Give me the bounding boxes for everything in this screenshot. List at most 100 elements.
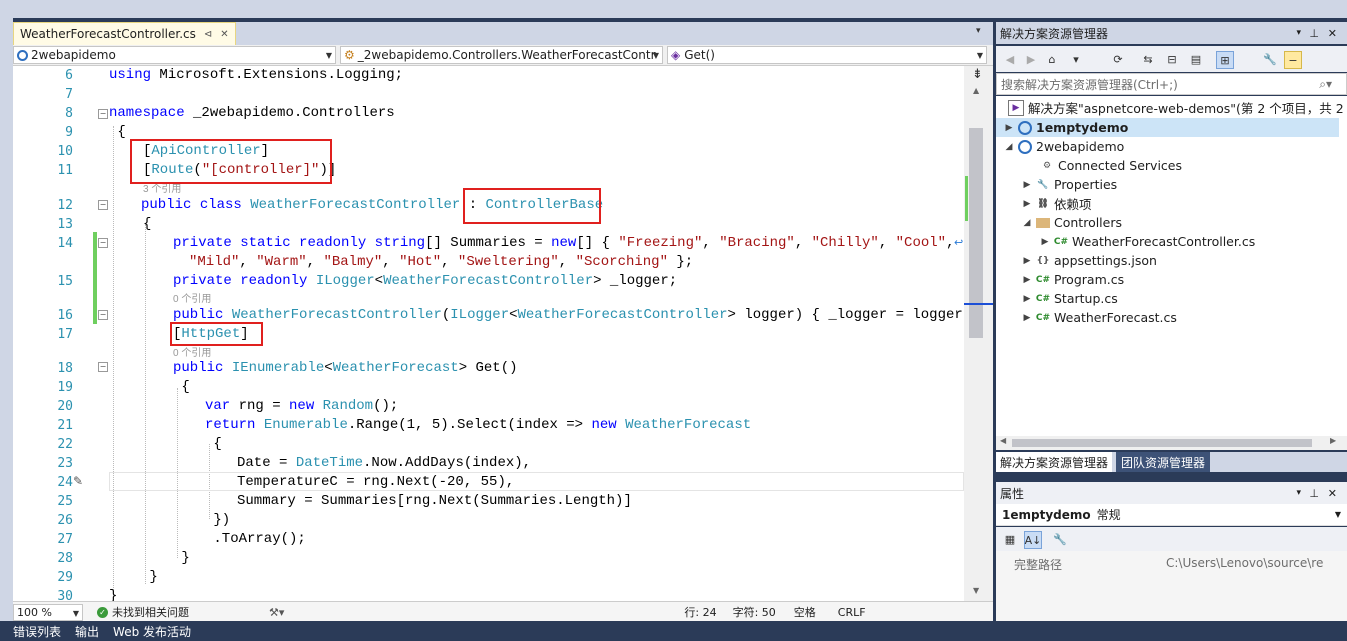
folder-icon <box>1036 217 1050 228</box>
zoom-combo[interactable]: 100 % ▼ <box>13 604 83 621</box>
preview-icon[interactable]: ⊞ <box>1216 51 1234 69</box>
chevron-down-icon: ▼ <box>72 609 79 618</box>
expand-icon[interactable]: ▶ <box>1004 123 1014 133</box>
scroll-down-icon[interactable]: ▼ <box>973 586 979 595</box>
tree-item-dependencies[interactable]: ▶ ⛓ 依赖项 <box>1022 194 1092 213</box>
line-indicator[interactable]: 行: 24 <box>684 604 716 620</box>
line-number: 13 <box>57 217 73 232</box>
expand-icon[interactable]: ▶ <box>1022 275 1032 285</box>
scroll-left-icon[interactable]: ◀ <box>1000 436 1006 445</box>
tree-item-startup[interactable]: ▶ C# Startup.cs <box>1022 289 1118 308</box>
expand-icon[interactable]: ▶ <box>1040 237 1050 247</box>
caret-marker <box>964 303 993 305</box>
tree-item-properties[interactable]: ▶ 🔧 Properties <box>1022 175 1118 194</box>
tab-solution-explorer[interactable]: 解决方案资源管理器 <box>996 452 1113 472</box>
collapse-icon[interactable]: ◢ <box>1022 218 1032 228</box>
char-indicator[interactable]: 字符: 50 <box>733 604 776 620</box>
pin-icon[interactable]: ⊥ <box>1309 487 1319 500</box>
fold-toggle[interactable]: − <box>98 109 108 119</box>
spaces-indicator[interactable]: 空格 <box>794 604 816 620</box>
property-row[interactable]: 完整路径 C:\Users\Lenovo\source\re <box>996 554 1347 574</box>
close-icon[interactable]: ✕ <box>220 29 228 40</box>
switch-views-icon[interactable]: ▾ <box>1068 51 1084 67</box>
class-combo[interactable]: ⚙ _2webapidemo.Controllers.WeatherForeca… <box>340 46 663 64</box>
tree-item-controllers[interactable]: ◢ Controllers <box>1022 213 1122 232</box>
properties-object-combo[interactable]: 1emptydemo 常规 ▼ <box>996 504 1347 526</box>
collapse-all-icon[interactable]: ⊟ <box>1164 51 1180 67</box>
member-combo[interactable]: ◈ Get() ▼ <box>667 46 987 64</box>
editor-vertical-scrollbar[interactable]: ⇟ ▲ ▼ <box>964 66 993 601</box>
expand-icon[interactable]: ▶ <box>1022 199 1032 209</box>
forward-icon[interactable]: ▶ <box>1023 51 1039 67</box>
eol-indicator[interactable]: CRLF <box>838 606 866 619</box>
edit-indicator: ✎ <box>73 474 84 488</box>
csharp-project-icon <box>1018 120 1032 135</box>
tree-item-solution[interactable]: ▶ 解决方案"aspnetcore-web-demos"(第 2 个项目，共 2… <box>1008 98 1347 117</box>
close-icon[interactable]: ✕ <box>1328 487 1337 500</box>
pin-icon[interactable]: ⊥ <box>1309 27 1319 40</box>
pending-changes-icon[interactable]: ⟳ <box>1110 51 1126 67</box>
tree-item-label: Controllers <box>1054 215 1122 230</box>
expand-icon[interactable]: ▶ <box>1022 313 1032 323</box>
class-combo-value: _2webapidemo.Controllers.WeatherForecast… <box>357 48 656 62</box>
editor-tab[interactable]: WeatherForecastController.cs ⊲ ✕ <box>13 22 236 45</box>
fold-toggle[interactable]: − <box>98 200 108 210</box>
split-icon[interactable]: ⇟ <box>972 67 983 82</box>
csharp-project-icon <box>17 49 28 61</box>
csharp-file-icon: C# <box>1035 312 1051 323</box>
solution-horizontal-scrollbar[interactable]: ◀ ▶ <box>996 436 1347 450</box>
expand-icon[interactable]: ▶ <box>1022 256 1032 266</box>
tab-dropdown-icon[interactable]: ▾ <box>976 26 981 36</box>
scroll-up-icon[interactable]: ▲ <box>973 86 979 95</box>
tab-team-explorer[interactable]: 团队资源管理器 <box>1116 452 1211 472</box>
line-number: 20 <box>57 399 73 414</box>
categorized-icon[interactable]: ▦ <box>1002 531 1018 547</box>
fold-toggle[interactable]: − <box>98 238 108 248</box>
expand-icon[interactable]: ▶ <box>1022 180 1032 190</box>
alphabetical-icon[interactable]: A↓ <box>1024 531 1042 549</box>
tree-item-program[interactable]: ▶ C# Program.cs <box>1022 270 1125 289</box>
home-icon[interactable]: ⌂ <box>1044 51 1060 67</box>
code-editor[interactable]: ✎ 6 7 8 9 10 11 12 13 14 15 16 17 18 19 20 21 22 23 24 25 26… <box>13 66 964 601</box>
fold-toggle[interactable]: − <box>98 362 108 372</box>
tab-output[interactable]: 输出 <box>75 623 99 640</box>
scroll-thumb[interactable] <box>969 128 983 338</box>
tree-item-label: 解决方案"aspnetcore-web-demos"(第 2 个项目，共 2 个 <box>1028 101 1347 116</box>
issues-status[interactable]: 未找到相关问题 <box>112 604 189 620</box>
back-icon[interactable]: ◀ <box>1002 51 1018 67</box>
method-icon: ◈ <box>671 48 681 62</box>
search-icon[interactable]: ⌕▾ <box>1319 77 1332 92</box>
pin-icon[interactable]: ⊲ <box>204 29 212 40</box>
minus-icon[interactable]: − <box>1284 51 1302 69</box>
chevron-down-icon[interactable]: ▾ <box>1296 28 1301 38</box>
properties-wrench-icon[interactable]: 🔧 <box>1262 51 1278 67</box>
project-combo[interactable]: 2webapidemo ▼ <box>13 46 336 64</box>
scroll-thumb[interactable] <box>1012 439 1312 447</box>
fold-toggle[interactable]: − <box>98 310 108 320</box>
tree-item-weatherforecast[interactable]: ▶ C# WeatherForecast.cs <box>1022 308 1177 327</box>
chevron-down-icon[interactable]: ▾ <box>1296 488 1301 498</box>
tab-error-list[interactable]: 错误列表 <box>13 623 61 640</box>
tree-item-1emptydemo[interactable]: ▶ 1emptydemo <box>1004 118 1129 137</box>
tree-item-connected-services[interactable]: ⚙ Connected Services <box>1040 156 1182 175</box>
tab-web-publish[interactable]: Web 发布活动 <box>113 623 191 640</box>
references-codelens[interactable]: 0 个引用 <box>173 344 211 359</box>
solution-tree[interactable]: ▶ 解决方案"aspnetcore-web-demos"(第 2 个项目，共 2… <box>996 96 1347 436</box>
tree-item-appsettings[interactable]: ▶ {} appsettings.json <box>1022 251 1157 270</box>
solution-explorer-title: 解决方案资源管理器 <box>1000 26 1109 41</box>
tree-item-2webapidemo[interactable]: ◢ 2webapidemo <box>1004 137 1125 156</box>
collapse-icon[interactable]: ◢ <box>1004 142 1014 152</box>
quick-action-icon[interactable]: ↩ <box>954 236 963 249</box>
references-codelens[interactable]: 0 个引用 <box>173 290 211 305</box>
tree-item-weatherforecastcontroller[interactable]: ▶ C# WeatherForecastController.cs <box>1040 232 1256 251</box>
solution-search-input[interactable]: 搜索解决方案资源管理器(Ctrl+;) ⌕▾ <box>996 73 1347 95</box>
close-icon[interactable]: ✕ <box>1328 27 1337 40</box>
wrench-icon: 🔧 <box>1037 179 1049 190</box>
tree-item-label: Program.cs <box>1054 272 1125 287</box>
show-all-files-icon[interactable]: ▤ <box>1188 51 1204 67</box>
property-pages-icon[interactable]: 🔧 <box>1052 531 1068 547</box>
scroll-right-icon[interactable]: ▶ <box>1330 436 1336 445</box>
sync-icon[interactable]: ⇆ <box>1140 51 1156 67</box>
expand-icon[interactable]: ▶ <box>1022 294 1032 304</box>
brush-icon[interactable]: ⚒▾ <box>269 606 284 619</box>
